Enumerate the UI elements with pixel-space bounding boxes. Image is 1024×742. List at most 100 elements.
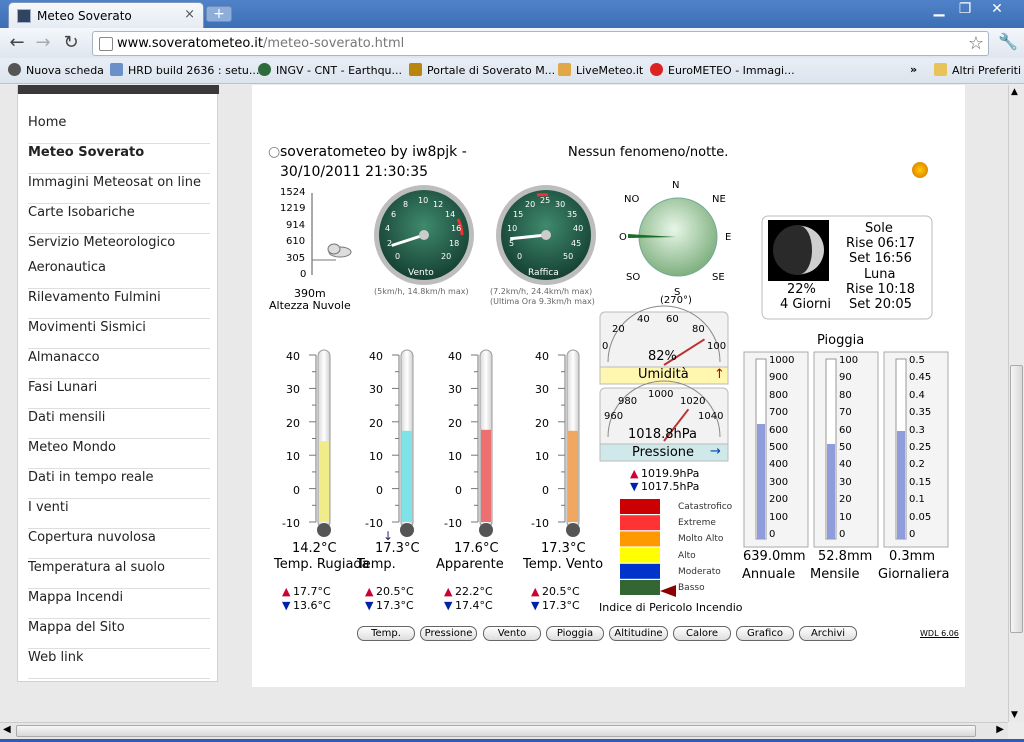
nav-button-pioggia[interactable]: Pioggia [546, 626, 604, 641]
sidebar-item-aeronautica[interactable]: Aeronautica [28, 259, 210, 289]
sidebar-item-temperatura-al-suolo[interactable]: Temperatura al suolo [28, 559, 210, 589]
sidebar-item-dati-in-tempo-reale[interactable]: Dati in tempo reale [28, 469, 210, 499]
thermo-value: 17.3°C [541, 541, 586, 556]
scroll-down-icon[interactable]: ▼ [1011, 710, 1018, 720]
back-icon[interactable]: ← [6, 32, 28, 54]
rain-tick: 30 [839, 476, 852, 488]
pressure-tick: 960 [604, 411, 624, 422]
thermo-tick-label: -10 [282, 517, 300, 530]
pressure-min: 1017.5hPa [641, 480, 700, 493]
reload-icon[interactable]: ↻ [60, 32, 82, 54]
rain-fill [897, 431, 905, 539]
bookmark-item[interactable]: Portale di Soverato M... [409, 63, 555, 77]
humidity-trend-icon: ↑ [714, 367, 725, 382]
rain-label: Annuale [742, 567, 796, 582]
nav-button-archivi[interactable]: Archivi [799, 626, 857, 641]
thermo-max-icon: ▲ [282, 585, 291, 598]
gust-gauge-tick: 50 [563, 252, 574, 261]
restore-icon[interactable]: ❐ [954, 1, 976, 19]
minimize-icon[interactable]: ▁ [928, 1, 950, 19]
sidebar-item-copertura-nuvolosa[interactable]: Copertura nuvolosa [28, 529, 210, 559]
bookmark-item[interactable]: Nuova scheda [8, 63, 104, 77]
horizontal-scroll-thumb[interactable] [16, 725, 976, 737]
thermo-max: 20.5°C [376, 585, 414, 598]
nav-button-calore[interactable]: Calore [673, 626, 731, 641]
scroll-right-icon[interactable]: ▶ [996, 724, 1004, 735]
close-tab-icon[interactable]: × [184, 7, 195, 22]
bookmark-star-icon[interactable]: ☆ [968, 33, 984, 54]
forward-icon[interactable]: → [32, 32, 54, 54]
humidity-tick: 0 [602, 341, 609, 352]
sidebar-item-movimenti-sismici[interactable]: Movimenti Sismici [28, 319, 210, 349]
sidebar-item-meteo-soverato[interactable]: Meteo Soverato [28, 144, 210, 174]
wind-gauge-tick: 18 [449, 239, 460, 248]
thermo-max: 22.2°C [455, 585, 493, 598]
scroll-left-icon[interactable]: ◀ [3, 724, 11, 735]
bookmark-item[interactable]: INGV - CNT - Earthqu... [258, 63, 402, 77]
wind-speed-note: (5km/h, 14.8km/h max) [374, 287, 469, 296]
wind-gauge-tick: 6 [391, 210, 397, 219]
sidebar-item-i-venti[interactable]: I venti [28, 499, 210, 529]
horizontal-scrollbar[interactable]: ◀ ▶ [0, 722, 1008, 739]
rain-tick: 0.15 [909, 476, 932, 488]
thermo-tick-label: 30 [448, 383, 462, 397]
bookmark-item[interactable]: EuroMETEO - Immagi... [650, 63, 795, 77]
sunset-time: Set 16:56 [849, 251, 912, 266]
nav-button-vento[interactable]: Vento [483, 626, 541, 641]
close-window-icon[interactable]: ✕ [986, 1, 1008, 19]
pressure-tick: 1040 [698, 411, 724, 422]
vertical-scroll-thumb[interactable] [1010, 365, 1023, 633]
rain-tick: 10 [839, 511, 852, 523]
station-title: soveratometeo by iw8pjk - [280, 144, 467, 160]
scroll-up-icon[interactable]: ▲ [1011, 87, 1018, 97]
thermo-value: 17.3°C [375, 541, 420, 556]
cloud-tick: 0 [300, 269, 307, 280]
nav-button-grafico[interactable]: Grafico [736, 626, 794, 641]
rain-label: Giornaliera [878, 567, 950, 582]
sidebar-item-mappa-incendi[interactable]: Mappa Incendi [28, 589, 210, 619]
bookmark-item[interactable]: HRD build 2636 : setu... [110, 63, 259, 77]
sidebar-item-carte-isobariche[interactable]: Carte Isobariche [28, 204, 210, 234]
browser-tab[interactable]: Meteo Soverato × [8, 2, 204, 28]
thermo-fill [481, 429, 491, 522]
nav-button-altitudine[interactable]: Altitudine [609, 626, 668, 641]
bookmarks-overflow-button[interactable]: » [910, 63, 917, 76]
thermo-tick-label: 10 [369, 450, 383, 464]
rain-title: Pioggia [817, 333, 865, 348]
new-tab-button[interactable]: + [206, 6, 232, 22]
sidebar-item-fasi-lunari[interactable]: Fasi Lunari [28, 379, 210, 409]
sidebar-item-servizio-meteorologico[interactable]: Servizio Meteorologico [28, 234, 210, 259]
pressure-max: 1019.9hPa [641, 467, 700, 480]
sidebar-item-dati-mensili[interactable]: Dati mensili [28, 409, 210, 439]
wind-gauge-tick: 16 [451, 224, 462, 233]
sidebar-item-almanacco[interactable]: Almanacco [28, 349, 210, 379]
gust-gauge-label: Raffica [528, 268, 559, 278]
thermo-fill [402, 430, 412, 522]
thermo-bulb [566, 523, 580, 537]
address-bar[interactable]: www.soveratometeo.it/meteo-soverato.html… [92, 31, 989, 56]
gust-needle-hub [541, 230, 551, 240]
rain-value: 639.0mm [743, 549, 806, 564]
sidebar-item-immagini-meteosat-on-line[interactable]: Immagini Meteosat on line [28, 174, 210, 204]
rain-tick: 50 [839, 442, 852, 453]
software-version[interactable]: WDL 6.06 [920, 629, 959, 638]
other-bookmarks-folder[interactable]: Altri Preferiti [934, 63, 1021, 77]
wrench-icon[interactable]: 🔧 [998, 32, 1018, 51]
wind-gauge-tick: 14 [445, 210, 456, 219]
rain-value: 52.8mm [818, 549, 873, 564]
bookmark-item[interactable]: LiveMeteo.it [558, 63, 643, 77]
fire-level-bar [620, 580, 660, 595]
thermo-tick-label: 20 [535, 416, 549, 430]
sidebar-item-rilevamento-fulmini[interactable]: Rilevamento Fulmini [28, 289, 210, 319]
sidebar-item-web-link[interactable]: Web link [28, 649, 210, 679]
vertical-scrollbar[interactable]: ▲ ▼ [1008, 85, 1024, 722]
rain-tick: 0 [909, 529, 916, 540]
sidebar-item-home[interactable]: Home [28, 114, 210, 144]
fire-level-label: Alto [678, 550, 696, 561]
sidebar-item-meteo-mondo[interactable]: Meteo Mondo [28, 439, 210, 469]
nav-button-temp[interactable]: Temp. [357, 626, 415, 641]
thermo-min: 17.3°C [376, 599, 414, 612]
compass-o: O [619, 232, 627, 243]
nav-button-pressione[interactable]: Pressione [420, 626, 477, 641]
sidebar-item-mappa-del-sito[interactable]: Mappa del Sito [28, 619, 210, 649]
